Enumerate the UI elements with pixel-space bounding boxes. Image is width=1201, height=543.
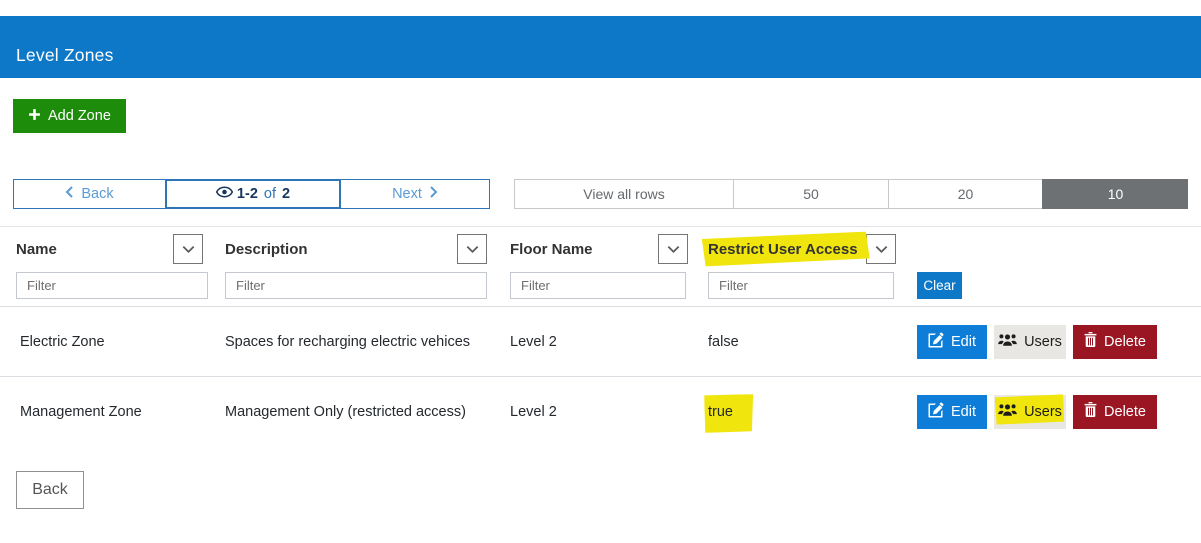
trash-icon — [1084, 332, 1097, 351]
chevron-down-icon — [875, 242, 888, 257]
pagination-back-button[interactable]: Back — [14, 180, 165, 208]
cell-name: Management Zone — [20, 403, 142, 420]
delete-button[interactable]: Delete — [1073, 324, 1157, 359]
delete-button[interactable]: Delete — [1073, 394, 1157, 429]
page-title: Level Zones — [16, 44, 114, 65]
restrict-user-access-column-dropdown-button[interactable] — [866, 234, 896, 264]
edit-button-label: Edit — [951, 403, 976, 420]
page-size-option-10-selected[interactable]: 10 — [1042, 179, 1188, 209]
cell-description: Management Only (restricted access) — [225, 403, 466, 420]
page-title-bar: Level Zones — [0, 16, 1201, 78]
delete-button-label: Delete — [1104, 403, 1146, 420]
page-size-option-20[interactable]: 20 — [888, 180, 1042, 208]
page-size-option-view-all[interactable]: View all rows — [515, 180, 733, 208]
users-icon — [998, 403, 1017, 421]
cell-floor-name: Level 2 — [510, 403, 557, 420]
column-header-floor-name: Floor Name — [510, 240, 593, 258]
edit-pencil-icon — [928, 402, 944, 422]
pagination-of-text: of — [263, 186, 276, 202]
pagination-row: Back 1-2 of 2 Next View all rows 50 20 1… — [0, 179, 1201, 209]
restrict-user-access-filter-input[interactable] — [708, 272, 894, 299]
column-header-restrict-user-access-highlighted: Restrict User Access — [708, 240, 858, 258]
table-body: Electric Zone Spaces for recharging elec… — [0, 306, 1201, 446]
column-header-description: Description — [225, 240, 308, 258]
cell-name: Electric Zone — [20, 333, 105, 350]
users-button-highlighted[interactable]: Users — [994, 394, 1066, 429]
chevron-right-icon — [429, 186, 438, 202]
plus-icon — [28, 108, 41, 125]
page-size-option-50[interactable]: 50 — [733, 180, 888, 208]
cell-floor-name: Level 2 — [510, 333, 557, 350]
back-button[interactable]: Back — [16, 471, 84, 509]
table-header-row: Name Description Floor Name Restrict Use… — [0, 234, 1201, 264]
name-filter-input[interactable] — [16, 272, 208, 299]
pagination-range-indicator[interactable]: 1-2 of 2 — [165, 179, 341, 209]
pagination-nav: Back 1-2 of 2 Next — [13, 179, 490, 209]
add-zone-button[interactable]: Add Zone — [13, 99, 126, 133]
pagination-range-text: 1-2 — [236, 186, 258, 202]
users-button-label: Users — [1024, 403, 1062, 420]
page-size-selector: View all rows 50 20 10 — [514, 179, 1188, 209]
column-header-name: Name — [16, 240, 57, 258]
chevron-down-icon — [182, 242, 195, 257]
zones-table: Name Description Floor Name Restrict Use… — [0, 226, 1201, 446]
description-filter-input[interactable] — [225, 272, 487, 299]
table-filter-row: Clear — [0, 272, 1201, 299]
pagination-next-button[interactable]: Next — [341, 180, 489, 208]
users-button[interactable]: Users — [994, 324, 1066, 359]
floor-name-filter-input[interactable] — [510, 272, 686, 299]
description-column-dropdown-button[interactable] — [457, 234, 487, 264]
trash-icon — [1084, 402, 1097, 421]
delete-button-label: Delete — [1104, 333, 1146, 350]
pagination-total-text: 2 — [281, 186, 291, 202]
add-zone-label: Add Zone — [48, 108, 111, 124]
name-column-dropdown-button[interactable] — [173, 234, 203, 264]
table-row-electric-zone: Electric Zone Spaces for recharging elec… — [0, 306, 1201, 376]
table-row-management-zone: Management Zone Management Only (restric… — [0, 376, 1201, 446]
edit-button[interactable]: Edit — [917, 394, 987, 429]
eye-icon — [215, 186, 234, 202]
chevron-left-icon — [65, 186, 74, 202]
edit-pencil-icon — [928, 332, 944, 352]
users-button-label: Users — [1024, 333, 1062, 350]
pagination-back-label: Back — [81, 186, 114, 202]
edit-button[interactable]: Edit — [917, 324, 987, 359]
clear-filters-button[interactable]: Clear — [917, 272, 962, 299]
pagination-next-label: Next — [392, 186, 422, 202]
chevron-down-icon — [466, 242, 479, 257]
cell-description: Spaces for recharging electric vehices — [225, 333, 471, 350]
cell-restrict-user-access-highlighted: true — [708, 403, 733, 420]
users-icon — [998, 333, 1017, 351]
edit-button-label: Edit — [951, 333, 976, 350]
cell-restrict-user-access: false — [708, 333, 739, 350]
floor-name-column-dropdown-button[interactable] — [658, 234, 688, 264]
chevron-down-icon — [667, 242, 680, 257]
